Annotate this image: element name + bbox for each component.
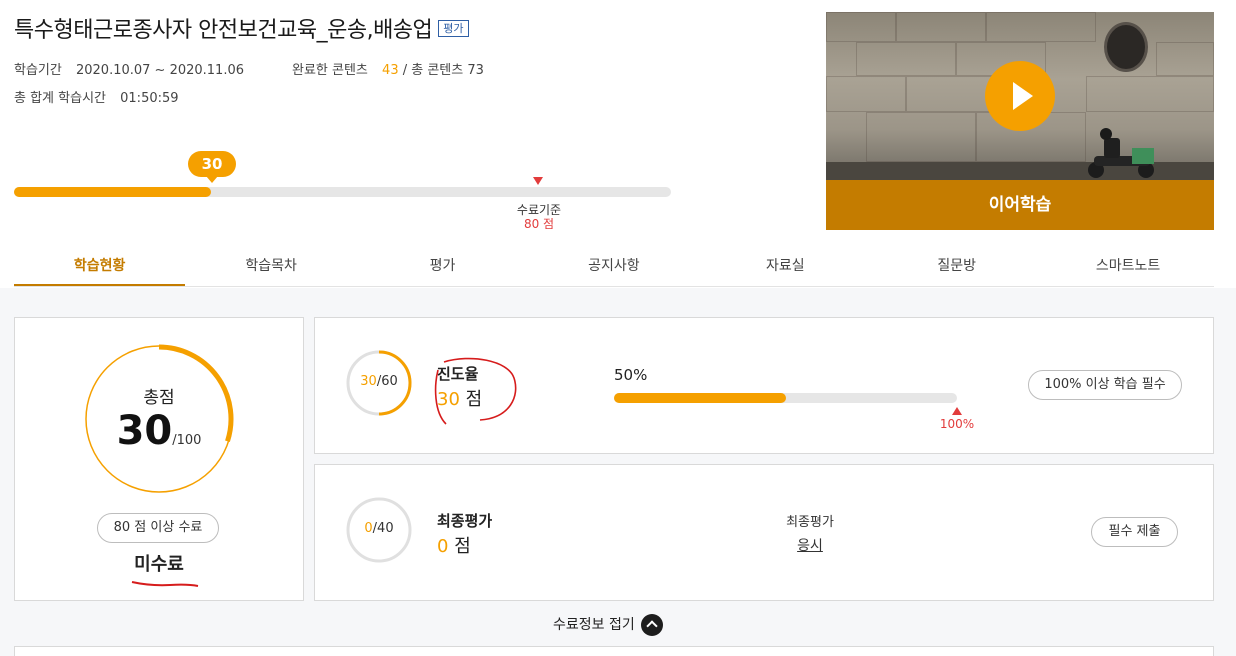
progress-percent-fill <box>614 393 786 403</box>
study-period-value: 2020.10.07 ~ 2020.11.06 <box>75 63 245 78</box>
wall-window <box>1104 22 1148 72</box>
tab-contents[interactable]: 학습목차 <box>185 248 356 286</box>
play-button[interactable] <box>985 61 1055 131</box>
completed-content-label: 완료한 콘텐츠 <box>292 63 368 78</box>
final-requirement-pill: 필수 제출 <box>1091 517 1178 547</box>
course-title: 특수형태근로종사자 안전보건교육_운송,배송업 평가 <box>14 12 469 44</box>
final-evaluation-score: 0 점 <box>437 532 471 558</box>
total-score-max: /100 <box>172 433 202 448</box>
total-study-time-label: 총 합계 학습시간 <box>14 91 106 106</box>
current-score-pointer <box>206 176 218 183</box>
play-icon <box>1013 82 1033 110</box>
total-score-number: 30 <box>116 408 173 454</box>
fold-completion-info-button[interactable]: 수료정보 접기 <box>553 614 663 636</box>
threshold-value: 80 점 <box>523 217 555 231</box>
final-evaluation-title: 최종평가 <box>437 512 493 530</box>
study-period: 학습기간 2020.10.07 ~ 2020.11.06 <box>14 59 244 78</box>
progress-requirement-pill: 100% 이상 학습 필수 <box>1028 370 1182 400</box>
rider-illustration <box>1088 128 1154 178</box>
total-content-label: / 총 콘텐츠 73 <box>402 63 484 78</box>
completion-info-panel <box>14 646 1214 656</box>
final-evaluation-score-unit: 점 <box>454 536 471 557</box>
evaluation-badge: 평가 <box>438 20 469 37</box>
final-evaluation-ring-value: 0 <box>364 521 373 536</box>
completed-content-value: 43 <box>382 63 399 78</box>
final-evaluation-score-number: 0 <box>437 536 449 557</box>
tab-qna[interactable]: 질문방 <box>871 248 1042 286</box>
final-evaluation-center-label: 최종평가 <box>786 515 834 530</box>
completion-status: 미수료 <box>134 554 184 575</box>
tab-resources[interactable]: 자료실 <box>700 248 871 286</box>
total-score-label: 총점 <box>143 388 175 408</box>
red-circle-annotation <box>434 357 517 425</box>
study-period-label: 학습기간 <box>14 63 62 78</box>
completion-requirement-pill: 80 점 이상 수료 <box>97 513 219 543</box>
fold-completion-info-label: 수료정보 접기 <box>553 617 635 633</box>
chevron-up-icon <box>640 614 663 636</box>
course-title-text: 특수형태근로종사자 안전보건교육_운송,배송업 <box>14 18 433 43</box>
progress-percent-text: 50% <box>614 366 648 384</box>
total-score-value: 30/100 <box>84 408 234 454</box>
progress-rate-ring-max: /60 <box>376 374 398 389</box>
continue-learning-button[interactable]: 이어학습 <box>826 180 1214 230</box>
tab-notices[interactable]: 공지사항 <box>528 248 699 286</box>
tab-smart-note[interactable]: 스마트노트 <box>1042 248 1213 286</box>
tab-learning-status[interactable]: 학습현황 <box>14 248 186 286</box>
course-tabs: 학습현황 학습목차 평가 공지사항 자료실 질문방 스마트노트 <box>14 248 1214 287</box>
current-score-bubble: 30 <box>188 151 236 177</box>
progress-target-marker-icon <box>952 407 962 415</box>
total-study-time-value: 01:50:59 <box>120 91 179 106</box>
tab-evaluation[interactable]: 평가 <box>357 248 528 286</box>
take-exam-link[interactable]: 응시 <box>770 535 850 555</box>
progress-rate-ring-value: 30 <box>360 374 377 389</box>
score-progress-fill <box>14 187 212 197</box>
content-count: 완료한 콘텐츠 43 / 총 콘텐츠 73 <box>292 59 484 78</box>
final-evaluation-ring-text: 0/40 <box>346 521 412 536</box>
red-underline-annotation <box>131 581 199 587</box>
threshold-marker-icon <box>533 177 543 185</box>
progress-target-value: 100% <box>939 417 975 431</box>
final-evaluation-ring-max: /40 <box>372 521 394 536</box>
progress-rate-ring-text: 30/60 <box>346 374 412 389</box>
total-study-time: 총 합계 학습시간 01:50:59 <box>14 87 179 106</box>
